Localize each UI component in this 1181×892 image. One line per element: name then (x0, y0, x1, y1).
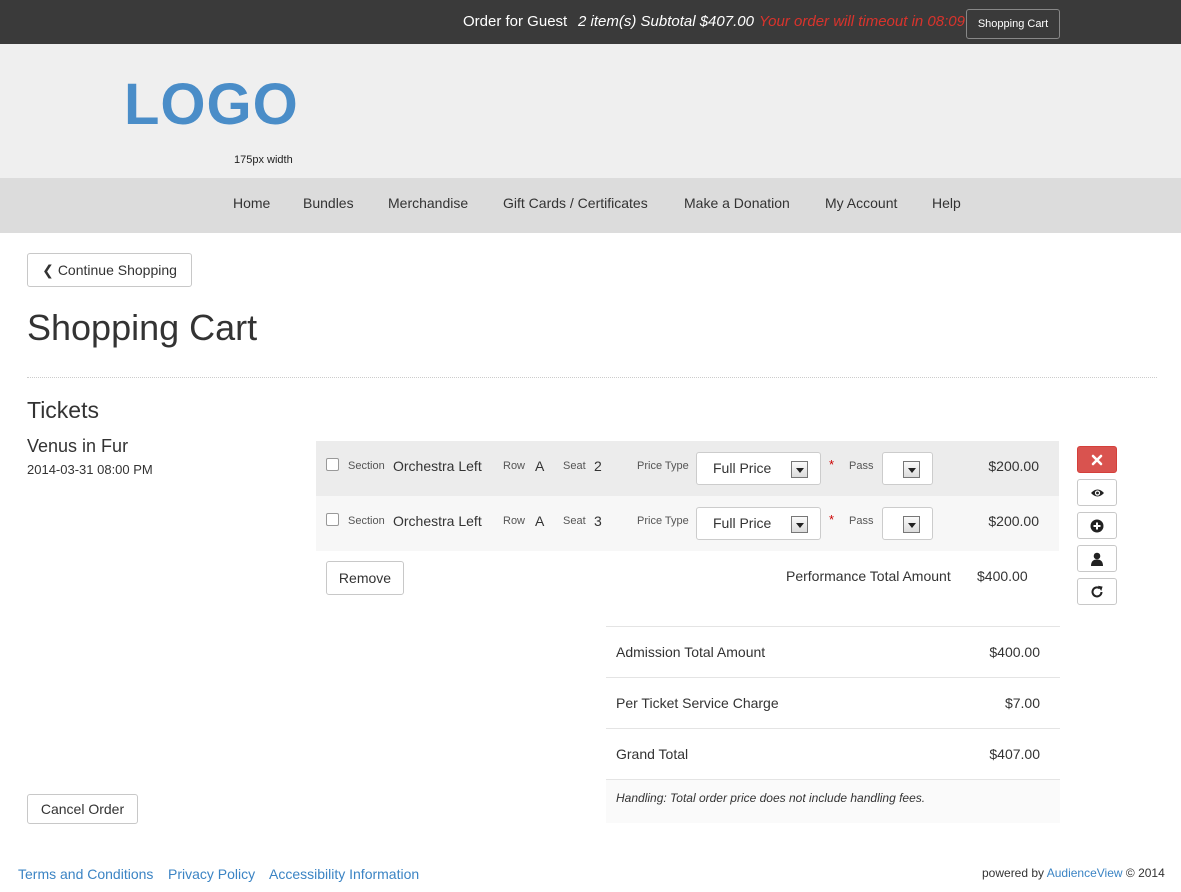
price-type-value: Full Price (713, 460, 772, 476)
eye-icon (1091, 489, 1104, 497)
cancel-order-button[interactable]: Cancel Order (27, 794, 138, 824)
nav-gift-cards[interactable]: Gift Cards / Certificates (503, 195, 648, 211)
pass-label: Pass (849, 515, 874, 527)
ticket-price: $200.00 (988, 458, 1039, 474)
dropdown-arrow-icon (903, 516, 920, 533)
ticket-checkbox[interactable] (326, 458, 339, 471)
delete-button[interactable] (1077, 446, 1117, 473)
nav-my-account[interactable]: My Account (825, 195, 897, 211)
handling-note-row: Handling: Total order price does not inc… (606, 779, 1060, 823)
totals-row: Per Ticket Service Charge $7.00 (606, 677, 1060, 728)
site-header: LOGO 175px width (0, 44, 1181, 178)
section-label: Section (348, 515, 385, 527)
page-title: Shopping Cart (27, 307, 258, 348)
order-totals: Admission Total Amount $400.00 Per Ticke… (606, 626, 1060, 823)
close-icon (1091, 454, 1103, 466)
footer-privacy-link[interactable]: Privacy Policy (168, 866, 255, 882)
cart-summary: 2 item(s) Subtotal $407.00 (578, 13, 754, 30)
price-type-select[interactable]: Full Price (696, 507, 821, 540)
user-icon (1091, 552, 1103, 566)
event-date: 2014-03-31 08:00 PM (27, 462, 153, 477)
dropdown-arrow-icon (903, 461, 920, 478)
powered-by: powered by AudienceView © 2014 (982, 866, 1165, 880)
continue-shopping-label: Continue Shopping (57, 262, 177, 278)
price-type-value: Full Price (713, 515, 772, 531)
nav-bundles[interactable]: Bundles (303, 195, 354, 211)
seat-label: Seat (563, 460, 586, 472)
price-type-select[interactable]: Full Price (696, 452, 821, 485)
plus-circle-icon (1090, 519, 1104, 533)
section-value: Orchestra Left (393, 458, 482, 474)
footer-accessibility-link[interactable]: Accessibility Information (269, 866, 419, 882)
ticket-price: $200.00 (988, 513, 1039, 529)
admission-total-value: $400.00 (989, 644, 1040, 660)
main-nav: Home Bundles Merchandise Gift Cards / Ce… (0, 178, 1181, 233)
nav-merchandise[interactable]: Merchandise (388, 195, 468, 211)
pass-select[interactable] (882, 452, 933, 485)
totals-row: Admission Total Amount $400.00 (606, 626, 1060, 677)
pass-select[interactable] (882, 507, 933, 540)
section-value: Orchestra Left (393, 513, 482, 529)
footer-terms-link[interactable]: Terms and Conditions (18, 866, 153, 882)
remove-button[interactable]: Remove (326, 561, 404, 595)
handling-note: Handling: Total order price does not inc… (616, 791, 926, 805)
ticket-row: Section Orchestra Left Row A Seat 2 Pric… (316, 441, 1059, 496)
dropdown-arrow-icon (791, 461, 808, 478)
dropdown-arrow-icon (791, 516, 808, 533)
nav-make-donation[interactable]: Make a Donation (684, 195, 790, 211)
logo-width-note: 175px width (234, 154, 293, 166)
seat-value: 3 (594, 513, 602, 529)
row-value: A (535, 458, 545, 474)
required-marker: * (829, 457, 835, 472)
refresh-icon (1091, 585, 1103, 598)
divider (27, 377, 1157, 378)
required-marker: * (829, 512, 835, 527)
admission-total-label: Admission Total Amount (616, 644, 766, 660)
service-charge-label: Per Ticket Service Charge (616, 695, 779, 711)
top-bar: Order for Guest 2 item(s) Subtotal $407.… (0, 0, 1181, 44)
seat-label: Seat (563, 515, 586, 527)
pass-label: Pass (849, 460, 874, 472)
continue-shopping-button[interactable]: ❮ Continue Shopping (27, 253, 192, 287)
refresh-button[interactable] (1077, 578, 1117, 605)
shopping-cart-button[interactable]: Shopping Cart (966, 9, 1060, 39)
seat-value: 2 (594, 458, 602, 474)
copyright: © 2014 (1125, 866, 1165, 880)
logo[interactable]: LOGO (124, 72, 299, 138)
view-button[interactable] (1077, 479, 1117, 506)
timeout-warning: Your order will timeout in 08:09 (759, 13, 965, 30)
section-label: Section (348, 460, 385, 472)
price-type-label: Price Type (637, 515, 689, 527)
nav-home[interactable]: Home (233, 195, 270, 211)
powered-by-prefix: powered by (982, 866, 1045, 880)
audienceview-link[interactable]: AudienceView (1047, 866, 1123, 880)
nav-help[interactable]: Help (932, 195, 961, 211)
price-type-label: Price Type (637, 460, 689, 472)
totals-row: Grand Total $407.00 (606, 728, 1060, 779)
add-button[interactable] (1077, 512, 1117, 539)
performance-total-label: Performance Total Amount (786, 568, 951, 584)
tickets-heading: Tickets (27, 397, 99, 423)
grand-total-label: Grand Total (616, 746, 689, 762)
event-name: Venus in Fur (27, 436, 129, 456)
order-for-label: Order for Guest (463, 13, 568, 30)
performance-total-value: $400.00 (977, 568, 1028, 584)
ticket-row: Section Orchestra Left Row A Seat 3 Pric… (316, 496, 1059, 551)
row-label: Row (503, 515, 526, 527)
service-charge-value: $7.00 (1004, 695, 1040, 711)
chevron-left-icon: ❮ (42, 262, 54, 278)
row-label: Row (503, 460, 526, 472)
assign-user-button[interactable] (1077, 545, 1117, 572)
grand-total-value: $407.00 (989, 746, 1040, 762)
ticket-checkbox[interactable] (326, 513, 339, 526)
row-value: A (535, 513, 545, 529)
